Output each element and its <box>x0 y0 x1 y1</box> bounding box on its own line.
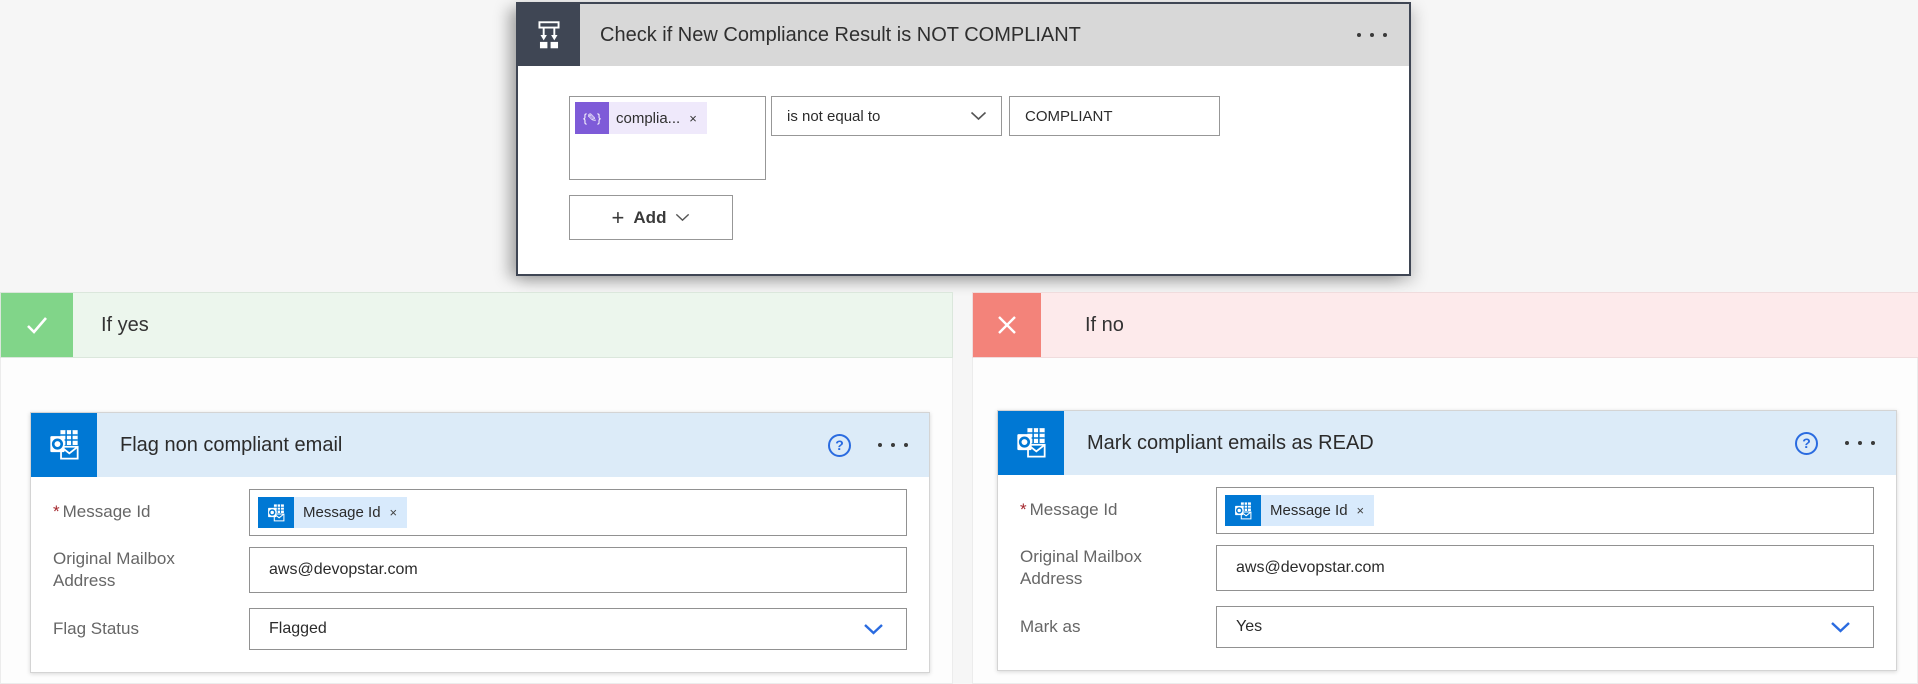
operator-dropdown[interactable]: is not equal to <box>771 96 1002 136</box>
x-icon <box>973 293 1041 357</box>
plus-icon: + <box>612 207 625 229</box>
checkmark-icon <box>1 293 73 357</box>
condition-operand-box[interactable]: {✎} complia... × <box>569 96 766 180</box>
operator-value: is not equal to <box>787 108 880 125</box>
outlook-icon <box>1225 495 1261 526</box>
chevron-down-icon <box>1830 621 1851 633</box>
field-label: Mark as <box>1020 616 1216 638</box>
add-condition-button[interactable]: + Add <box>569 195 733 240</box>
message-id-token-pill[interactable]: Message Id × <box>258 497 407 528</box>
condition-card-header[interactable]: Check if New Compliance Result is NOT CO… <box>518 4 1409 66</box>
condition-card: Check if New Compliance Result is NOT CO… <box>516 2 1411 276</box>
if-no-branch-header[interactable]: If no <box>972 292 1918 358</box>
chevron-down-icon <box>863 623 884 635</box>
message-id-token-pill[interactable]: Message Id × <box>1225 495 1374 526</box>
action-card-header[interactable]: Mark compliant emails as READ ? <box>998 411 1896 475</box>
expression-fx-icon: {✎} <box>575 102 609 134</box>
if-yes-branch-header[interactable]: If yes <box>0 292 953 358</box>
remove-token-icon[interactable]: × <box>390 505 398 520</box>
outlook-icon <box>31 413 97 477</box>
outlook-icon <box>258 497 294 528</box>
required-marker: * <box>1020 500 1027 519</box>
field-label: *Message Id <box>53 501 249 523</box>
remove-token-icon[interactable]: × <box>1357 503 1365 518</box>
field-label: *Message Id <box>1020 499 1216 521</box>
if-yes-label: If yes <box>101 314 149 337</box>
comparison-value-input[interactable]: COMPLIANT <box>1009 96 1220 136</box>
dynamic-content-pill[interactable]: {✎} complia... × <box>575 102 707 134</box>
field-label: Flag Status <box>53 618 249 640</box>
message-id-input[interactable]: Message Id × <box>1216 487 1874 534</box>
action-card-header[interactable]: Flag non compliant email ? <box>31 413 929 477</box>
remove-token-icon[interactable]: × <box>687 111 699 126</box>
flow-designer-canvas: Check if New Compliance Result is NOT CO… <box>0 0 1918 684</box>
branch-condition-icon <box>518 4 580 66</box>
mailbox-address-input[interactable]: aws@devopstar.com <box>249 547 907 593</box>
comparison-value: COMPLIANT <box>1025 108 1113 125</box>
help-button[interactable]: ? <box>828 434 851 457</box>
mark-as-dropdown[interactable]: Yes <box>1216 606 1874 648</box>
mailbox-address-input[interactable]: aws@devopstar.com <box>1216 545 1874 591</box>
outlook-icon <box>998 411 1064 475</box>
chevron-down-icon <box>970 111 987 121</box>
if-no-label: If no <box>1085 314 1124 337</box>
field-label: Original Mailbox Address <box>53 548 249 593</box>
field-label: Original Mailbox Address <box>1020 546 1216 591</box>
action-title: Mark compliant emails as READ <box>1087 432 1374 455</box>
help-button[interactable]: ? <box>1795 432 1818 455</box>
action-menu-button[interactable] <box>1845 441 1875 445</box>
condition-body: {✎} complia... × is not equal to COMPLIA… <box>518 66 1409 240</box>
action-menu-button[interactable] <box>878 443 908 447</box>
operand-pill-label: complia... <box>616 110 680 127</box>
condition-menu-button[interactable] <box>1357 33 1387 37</box>
condition-title: Check if New Compliance Result is NOT CO… <box>600 24 1081 47</box>
flag-email-action-card: Flag non compliant email ? *Message Id <box>30 412 930 673</box>
flag-status-dropdown[interactable]: Flagged <box>249 608 907 650</box>
message-id-input[interactable]: Message Id × <box>249 489 907 536</box>
action-title: Flag non compliant email <box>120 434 342 457</box>
required-marker: * <box>53 502 60 521</box>
mark-read-action-card: Mark compliant emails as READ ? *Message… <box>997 410 1897 671</box>
chevron-down-icon <box>675 213 690 222</box>
